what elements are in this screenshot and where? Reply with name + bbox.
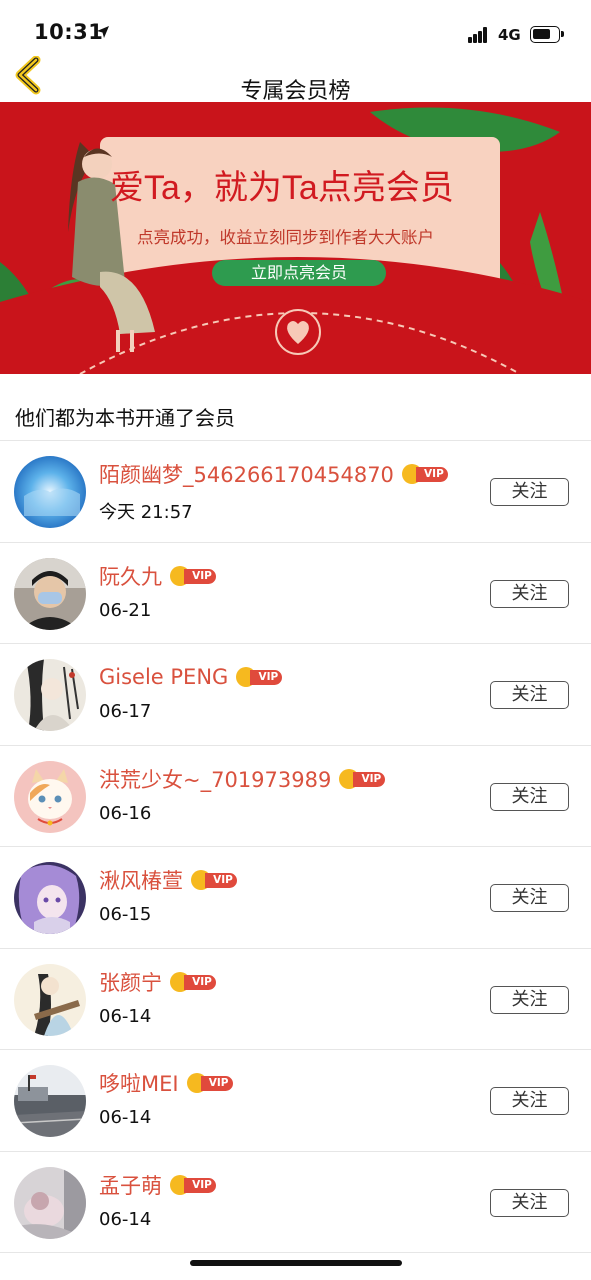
vip-badge: VIP bbox=[401, 464, 448, 484]
member-name[interactable]: 哆啦MEI bbox=[99, 1068, 179, 1098]
list-item[interactable]: 阮久九 VIP 06-21 关注 bbox=[0, 543, 591, 644]
follow-button[interactable]: 关注 bbox=[490, 1087, 569, 1115]
member-date: 今天 21:57 bbox=[99, 502, 193, 523]
list-item[interactable]: Gisele PENG VIP 06-17 关注 bbox=[0, 644, 591, 746]
battery-icon bbox=[530, 26, 564, 43]
vip-badge: VIP bbox=[186, 1073, 233, 1093]
member-date: 06-16 bbox=[99, 802, 152, 824]
member-name[interactable]: 阮久九 bbox=[99, 561, 162, 591]
vip-badge: VIP bbox=[170, 1174, 216, 1195]
section-title: 他们都为本书开通了会员 bbox=[15, 406, 235, 430]
avatar[interactable] bbox=[14, 1166, 86, 1239]
follow-button[interactable]: 关注 bbox=[490, 579, 569, 608]
vip-badge: VIP bbox=[170, 971, 216, 992]
member-name[interactable]: 孟子萌 bbox=[99, 1170, 162, 1200]
member-date: 06-21 bbox=[99, 599, 152, 621]
list-item[interactable]: 陌颜幽梦_546266170454870 VIP 今天 21:57 关注 bbox=[0, 441, 591, 543]
member-date: 06-17 bbox=[99, 701, 152, 722]
avatar[interactable] bbox=[14, 963, 86, 1036]
avatar[interactable] bbox=[14, 862, 86, 934]
status-time: 10:31 bbox=[34, 20, 104, 44]
member-name[interactable]: 张颜宁 bbox=[99, 967, 162, 997]
banner-subtitle: 点亮成功，收益立刻同步到作者大大账户 bbox=[137, 228, 434, 247]
vip-badge: VIP bbox=[191, 870, 237, 890]
nav-bar: 专属会员榜 bbox=[0, 55, 591, 104]
avatar[interactable] bbox=[14, 456, 86, 528]
member-date: 06-14 bbox=[99, 1208, 152, 1230]
member-date: 06-15 bbox=[99, 904, 152, 925]
list-item[interactable]: 湫风椿萱 VIP 06-15 关注 bbox=[0, 847, 591, 949]
avatar[interactable] bbox=[14, 557, 86, 630]
network-type: 4G bbox=[498, 26, 521, 44]
status-bar: 10:31 4G bbox=[0, 0, 591, 56]
member-date: 06-14 bbox=[99, 1005, 152, 1027]
page-title: 专属会员榜 bbox=[240, 79, 351, 104]
list-item[interactable]: 洪荒少女~_701973989 VIP 06-16 关注 bbox=[0, 746, 591, 847]
member-date: 06-14 bbox=[99, 1107, 152, 1128]
avatar[interactable] bbox=[14, 760, 86, 833]
follow-button[interactable]: 关注 bbox=[490, 1188, 569, 1217]
location-arrow-icon bbox=[97, 26, 109, 38]
follow-button[interactable]: 关注 bbox=[490, 478, 569, 506]
follow-button[interactable]: 关注 bbox=[490, 782, 569, 811]
banner-headline: 爱Ta，就为Ta点亮会员 bbox=[110, 169, 454, 207]
signal-icon bbox=[468, 27, 492, 43]
vip-badge: VIP bbox=[170, 565, 216, 586]
member-list: 陌颜幽梦_546266170454870 VIP 今天 21:57 关注 阮久九… bbox=[0, 441, 591, 1253]
list-item[interactable]: 哆啦MEI VIP 06-14 关注 bbox=[0, 1050, 591, 1152]
member-name[interactable]: 洪荒少女~_701973989 bbox=[99, 764, 331, 794]
vip-badge: VIP bbox=[236, 667, 283, 687]
avatar[interactable] bbox=[14, 1065, 86, 1137]
follow-button[interactable]: 关注 bbox=[490, 985, 569, 1014]
vip-badge: VIP bbox=[339, 768, 386, 789]
home-indicator[interactable] bbox=[190, 1260, 402, 1266]
avatar[interactable] bbox=[14, 659, 86, 731]
list-item[interactable]: 张颜宁 VIP 06-14 关注 bbox=[0, 949, 591, 1050]
list-item[interactable]: 孟子萌 VIP 06-14 关注 bbox=[0, 1152, 591, 1253]
member-name[interactable]: 湫风椿萱 bbox=[99, 865, 183, 895]
follow-button[interactable]: 关注 bbox=[490, 681, 569, 709]
light-up-membership-button[interactable]: 立即点亮会员 bbox=[212, 260, 386, 286]
member-name[interactable]: Gisele PENG bbox=[99, 665, 228, 689]
promo-banner[interactable]: 爱Ta，就为Ta点亮会员 点亮成功，收益立刻同步到作者大大账户 立即点亮会员 bbox=[0, 102, 591, 374]
member-name[interactable]: 陌颜幽梦_546266170454870 bbox=[99, 459, 394, 489]
follow-button[interactable]: 关注 bbox=[490, 884, 569, 912]
